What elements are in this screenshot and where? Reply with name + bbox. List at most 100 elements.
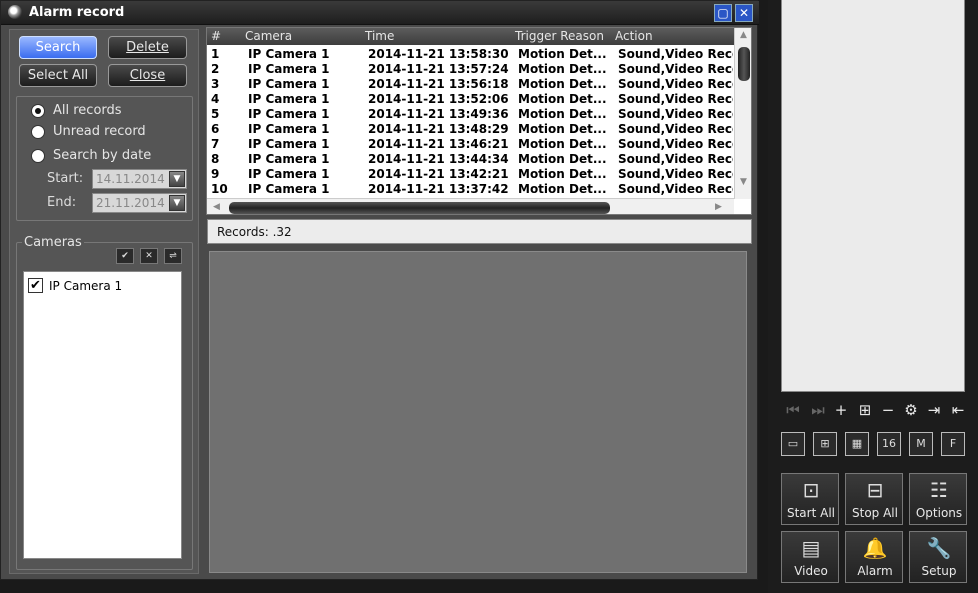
table-cell: 2 [211, 62, 220, 76]
table-cell: Sound,Video Reco [618, 62, 733, 76]
layout-16-icon[interactable]: 16 [877, 432, 901, 456]
table-row[interactable]: 3 IP Camera 1 2014-11-21 13:56:18 Motion De… [207, 77, 733, 92]
horizontal-scrollbar[interactable]: ◀ ▶ [207, 198, 734, 214]
end-date-label: End: [47, 195, 77, 210]
stop-all-button[interactable]: ⊟ Stop All [845, 473, 903, 525]
table-cell: Sound,Video Reco [618, 182, 733, 196]
radio-unread-record-indicator[interactable] [31, 125, 45, 139]
table-cell: IP Camera 1 [248, 62, 330, 76]
horizontal-scroll-thumb[interactable] [229, 202, 610, 214]
table-row[interactable]: 1 IP Camera 1 2014-11-21 13:58:30 Motion De… [207, 47, 733, 62]
table-cell: 2014-11-21 13:58:30 [368, 47, 509, 61]
table-cell: 8 [211, 152, 220, 166]
table-cell: Sound,Video Reco [618, 77, 733, 91]
table-cell: 2014-11-21 13:52:06 [368, 92, 509, 106]
button-label: Alarm [857, 564, 893, 578]
close-button[interactable]: Close [108, 64, 187, 87]
button-label: Stop All [852, 506, 898, 520]
col-header-action[interactable]: Action [615, 29, 653, 43]
export-icon[interactable]: ⇥ [925, 401, 943, 419]
filter-group: All records Unread record Search by date… [16, 96, 193, 221]
table-cell: 2014-11-21 13:42:21 [368, 167, 509, 181]
setup-button[interactable]: 🔧 Setup [909, 531, 967, 583]
video-button[interactable]: ▤ Video [781, 531, 839, 583]
table-row[interactable]: 6 IP Camera 1 2014-11-21 13:48:29 Motion De… [207, 122, 733, 137]
camera-checkbox[interactable]: ✔ [28, 278, 43, 293]
delete-button-label: Delete [126, 40, 169, 55]
delete-button[interactable]: Delete [108, 36, 187, 59]
last-icon[interactable]: ⏭ [809, 401, 827, 419]
end-date-value: 21.11.2014 [96, 196, 165, 210]
radio-all-records-label: All records [53, 103, 122, 118]
table-cell: Motion Det... [518, 182, 607, 196]
table-cell: IP Camera 1 [248, 182, 330, 196]
search-button[interactable]: Search [19, 36, 97, 59]
table-cell: Sound,Video Reco [618, 152, 733, 166]
scroll-up-icon[interactable]: ▲ [735, 28, 751, 43]
table-cell: Sound,Video Reco [618, 137, 733, 151]
start-date-field[interactable]: 14.11.2014 ▼ [92, 169, 187, 189]
add-group-icon[interactable]: ⊞ [856, 401, 874, 419]
button-label: Options [915, 506, 963, 520]
camera-view-area [781, 0, 965, 392]
layout-9-icon[interactable]: ▦ [845, 432, 869, 456]
table-row[interactable]: 7 IP Camera 1 2014-11-21 13:46:21 Motion De… [207, 137, 733, 152]
maximize-icon[interactable]: ▢ [714, 4, 732, 22]
import-icon[interactable]: ⇤ [949, 401, 967, 419]
uncheck-all-icon[interactable]: ✕ [140, 248, 158, 264]
layout-m-icon[interactable]: M [909, 432, 933, 456]
check-all-icon[interactable]: ✔ [116, 248, 134, 264]
table-cell: IP Camera 1 [248, 122, 330, 136]
add-icon[interactable]: + [832, 401, 850, 419]
fullscreen-icon[interactable]: F [941, 432, 965, 456]
scroll-down-icon[interactable]: ▼ [735, 175, 751, 190]
radio-search-by-date-indicator[interactable] [31, 149, 45, 163]
table-row[interactable]: 8 IP Camera 1 2014-11-21 13:44:34 Motion De… [207, 152, 733, 167]
table-cell: Motion Det... [518, 77, 607, 91]
table-cell: Motion Det... [518, 137, 607, 151]
start-all-icon: ⊡ [802, 478, 820, 502]
col-header-camera[interactable]: Camera [245, 29, 292, 43]
first-icon[interactable]: ⏮ [784, 401, 802, 419]
table-cell: 9 [211, 167, 220, 181]
table-row[interactable]: 10 IP Camera 1 2014-11-21 13:37:42 Motion D… [207, 182, 733, 197]
table-cell: IP Camera 1 [248, 167, 330, 181]
start-all-button[interactable]: ⊡ Start All [781, 473, 839, 525]
close-icon[interactable]: ✕ [735, 4, 753, 22]
setup-wrench-icon: 🔧 [926, 536, 952, 560]
table-cell: 2014-11-21 13:57:24 [368, 62, 509, 76]
table-cell: 4 [211, 92, 220, 106]
table-cell: 2014-11-21 13:48:29 [368, 122, 509, 136]
layout-1-icon[interactable]: ▭ [781, 432, 805, 456]
end-date-field[interactable]: 21.11.2014 ▼ [92, 193, 187, 213]
table-cell: Sound,Video Reco [618, 167, 733, 181]
options-button[interactable]: ☷ Options [909, 473, 967, 525]
table-cell: IP Camera 1 [248, 92, 330, 106]
col-header-number[interactable]: # [211, 29, 221, 43]
radio-all-records-indicator[interactable] [31, 104, 45, 118]
invert-selection-icon[interactable]: ⇌ [164, 248, 182, 264]
vertical-scroll-thumb[interactable] [738, 47, 750, 81]
start-date-dropdown-icon[interactable]: ▼ [169, 171, 185, 187]
table-row[interactable]: 2 IP Camera 1 2014-11-21 13:57:24 Motion De… [207, 62, 733, 77]
col-header-time[interactable]: Time [365, 29, 394, 43]
button-label: Start All [786, 506, 835, 520]
select-all-button[interactable]: Select All [19, 64, 97, 87]
scroll-left-icon[interactable]: ◀ [209, 200, 224, 214]
settings-icon[interactable]: ⚙ [902, 401, 920, 419]
table-cell: Sound,Video Reco [618, 107, 733, 121]
scroll-right-icon[interactable]: ▶ [711, 200, 726, 214]
table-row[interactable]: 9 IP Camera 1 2014-11-21 13:42:21 Motion De… [207, 167, 733, 182]
layout-4-icon[interactable]: ⊞ [813, 432, 837, 456]
col-header-trigger-reason[interactable]: Trigger Reason [515, 29, 604, 43]
table-row[interactable]: 4 IP Camera 1 2014-11-21 13:52:06 Motion De… [207, 92, 733, 107]
table-cell: 2014-11-21 13:49:36 [368, 107, 509, 121]
alarm-button[interactable]: 🔔 Alarm [845, 531, 903, 583]
end-date-dropdown-icon[interactable]: ▼ [169, 195, 185, 211]
right-panel: ⏮ ⏭ + ⊞ − ⚙ ⇥ ⇤ ▭ ⊞ ▦ 16 M F ⊡ Start All ⊟ Stop All ☷ Opt… [768, 0, 978, 593]
table-cell: IP Camera 1 [248, 47, 330, 61]
table-row[interactable]: 5 IP Camera 1 2014-11-21 13:49:36 Motion De… [207, 107, 733, 122]
vertical-scrollbar[interactable]: ▲ ▼ [734, 28, 751, 199]
remove-icon[interactable]: − [879, 401, 897, 419]
table-cell: 2014-11-21 13:44:34 [368, 152, 509, 166]
